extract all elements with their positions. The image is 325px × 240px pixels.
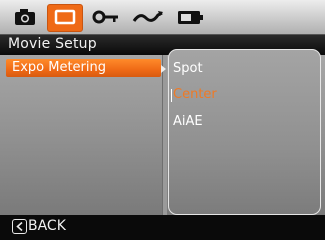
movie-icon (48, 5, 82, 29)
option-center[interactable]: Center (173, 87, 217, 102)
tab-effects[interactable] (128, 4, 168, 30)
tab-battery[interactable] (172, 4, 206, 30)
menu-item-expo-metering[interactable]: Expo Metering (6, 59, 161, 77)
wave-icon (128, 4, 168, 30)
menu-scrollbar[interactable] (162, 55, 167, 215)
option-spot[interactable]: Spot (173, 61, 203, 76)
page-title: Movie Setup (8, 36, 97, 52)
chevron-left-icon[interactable] (12, 219, 27, 234)
wrench-icon (88, 4, 122, 30)
battery-icon (172, 4, 206, 30)
menu-tab-bar (0, 0, 325, 34)
tab-setup[interactable] (88, 4, 122, 30)
tab-camera[interactable] (8, 4, 42, 30)
option-aiae[interactable]: AiAE (173, 114, 203, 129)
submenu-pointer-icon (161, 65, 166, 73)
selection-cursor (171, 89, 172, 102)
back-button[interactable]: BACK (28, 218, 66, 234)
menu-item-label: Expo Metering (12, 60, 107, 75)
camera-menu-screen: Movie Setup Expo Metering Spot Center Ai… (0, 0, 325, 240)
camera-icon (8, 4, 42, 30)
tab-movie[interactable] (47, 4, 83, 32)
